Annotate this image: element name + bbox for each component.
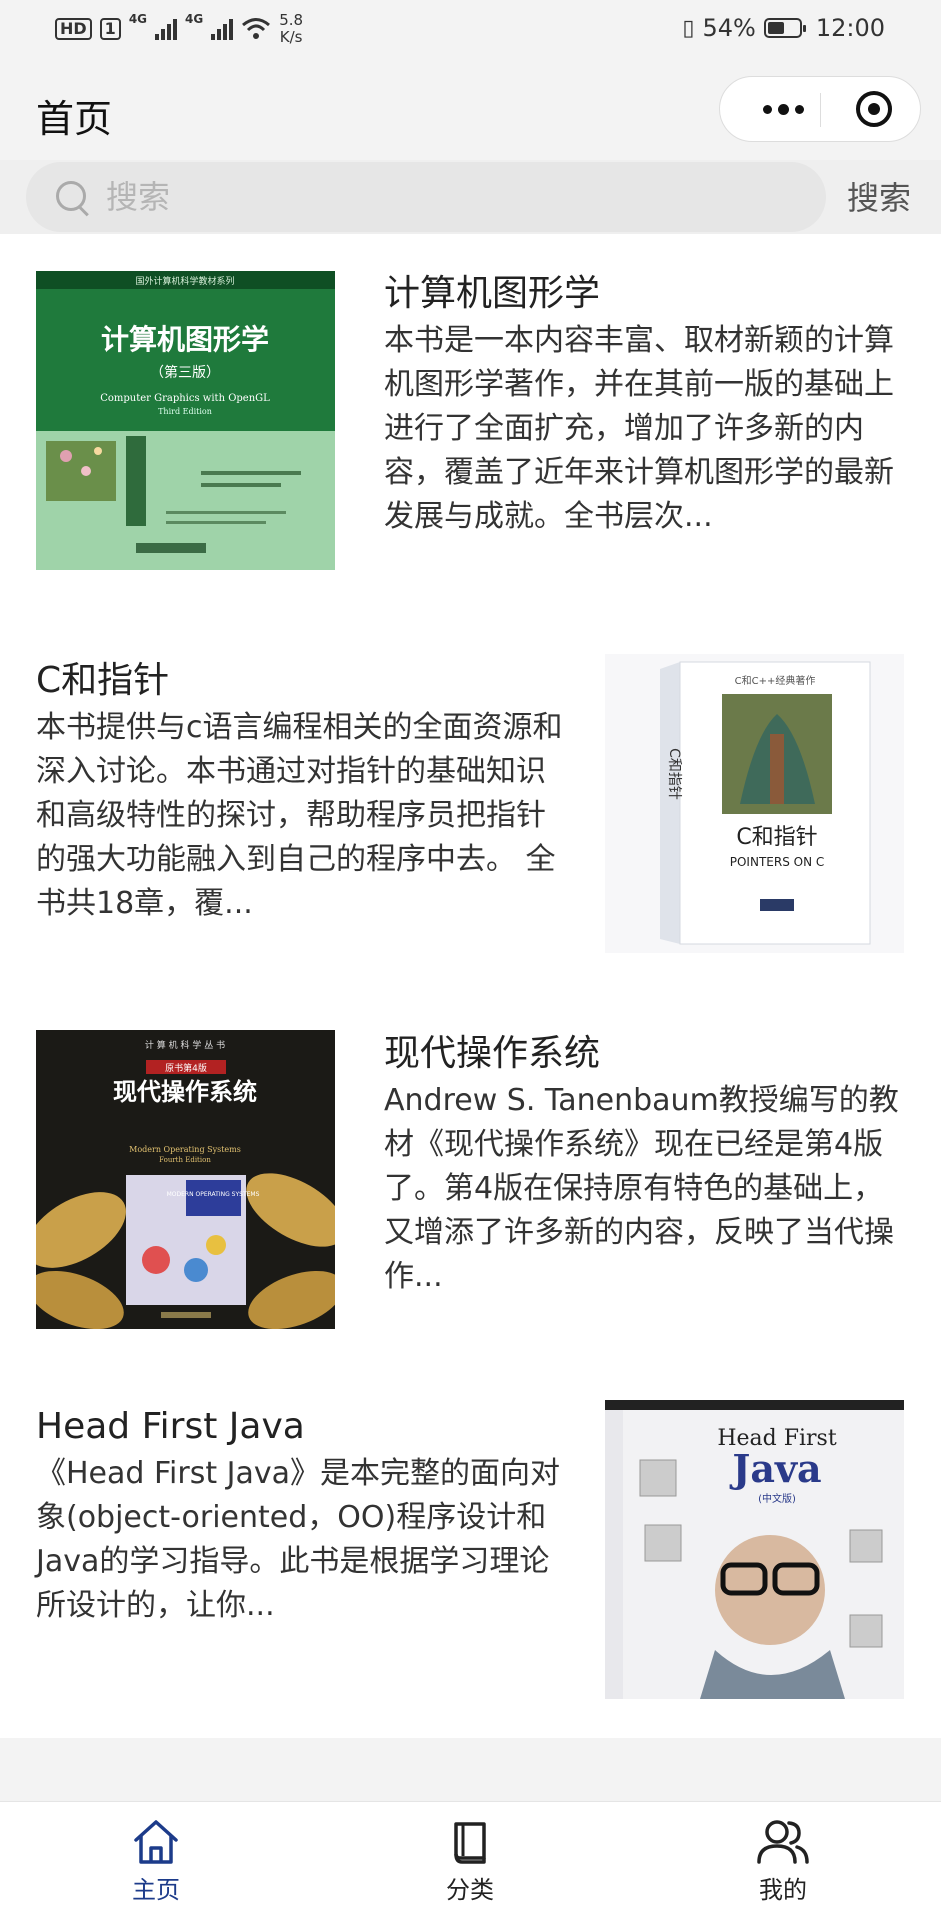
cover-title: 计算机图形学 (101, 323, 269, 356)
mini-program-capsule (719, 76, 921, 142)
search-box[interactable] (26, 162, 826, 232)
battery-percent: 54% (702, 14, 756, 42)
search-icon (56, 181, 88, 213)
book-list: 国外计算机科学教材系列 计算机图形学 （第三版） Computer Graphi… (0, 234, 941, 1738)
cover-subtitle: POINTERS ON C (730, 855, 825, 869)
book-text: 现代操作系统 Andrew S. Tanenbaum教授编写的教材《现代操作系统… (384, 1031, 904, 1299)
tab-mine[interactable]: 我的 (723, 1816, 843, 1905)
sim-badge: 1 (99, 18, 121, 40)
book-text: 计算机图形学 本书是一本内容丰富、取材新颖的计算机图形学著作，并在其前一版的基础… (384, 271, 904, 539)
tab-category[interactable]: 分类 (410, 1816, 530, 1905)
book-icon (454, 1822, 486, 1864)
battery-icon (763, 18, 806, 38)
cover-subtitle: Modern Operating Systems (129, 1145, 241, 1154)
cover-inset: MODERN OPERATING SYSTEMS (167, 1191, 260, 1198)
cover-title: 现代操作系统 (113, 1077, 257, 1106)
book-title: C和指针 (36, 660, 170, 701)
book-text: C和指针 本书提供与c语言编程相关的全面资源和深入讨论。本书通过对指针的基础知识… (36, 658, 566, 926)
book-text: Head First Java 《Head First Java》是本完整的面向… (36, 1404, 566, 1628)
vibrate-icon: ▯ (682, 15, 695, 41)
tab-label: 主页 (132, 1876, 180, 1904)
wifi-icon (242, 18, 271, 39)
network-type-2: 4G (185, 12, 204, 26)
clock: 12:00 (815, 14, 885, 42)
cover-edition-en: Third Edition (158, 407, 212, 416)
book-cover: 国外计算机科学教材系列 计算机图形学 （第三版） Computer Graphi… (36, 271, 335, 570)
search-button[interactable]: 搜索 (847, 173, 911, 219)
cover-edition-en: Fourth Edition (159, 1156, 211, 1164)
capsule-divider (820, 93, 821, 127)
more-icon[interactable] (746, 77, 820, 141)
book-item[interactable]: 计 算 机 科 学 丛 书 原书第4版 现代操作系统 Modern Operat… (0, 1030, 941, 1331)
book-cover: 计 算 机 科 学 丛 书 原书第4版 现代操作系统 Modern Operat… (36, 1030, 335, 1329)
nav-bar: 首页 (0, 62, 941, 160)
book-title: 计算机图形学 (384, 273, 601, 314)
book-item[interactable]: Head First Java 《Head First Java》是本完整的面向… (0, 1400, 941, 1704)
page-title: 首页 (36, 97, 113, 141)
cover-spine: C和指针 (666, 748, 682, 800)
status-right: ▯ 54% 12:00 (682, 14, 885, 42)
close-target-icon[interactable] (856, 91, 892, 127)
status-left: HD 1 4G 4G 5.8 K/s (55, 12, 303, 46)
book-description: 本书是一本内容丰富、取材新颖的计算机图形学著作，并在其前一版的基础上进行了全面扩… (384, 323, 894, 534)
cover-series: C和C++经典著作 (735, 674, 816, 687)
speed-unit: K/s (279, 28, 303, 46)
tab-home[interactable]: 主页 (96, 1816, 216, 1905)
cover-subtitle: Computer Graphics with OpenGL (100, 393, 270, 404)
network-type-1: 4G (128, 12, 148, 26)
hd-badge: HD (55, 18, 92, 40)
book-description: 《Head First Java》是本完整的面向对象(object-orient… (36, 1456, 561, 1623)
book-item[interactable]: C和指针 本书提供与c语言编程相关的全面资源和深入讨论。本书通过对指针的基础知识… (0, 654, 941, 958)
book-cover: C和指针 C和C++经典著作 C和指针 POINTERS ON C (605, 654, 904, 953)
battery-fill (767, 22, 784, 34)
signal-icon (211, 18, 234, 40)
cover-title-2: Java (729, 1446, 821, 1491)
tab-label: 我的 (759, 1876, 807, 1904)
cover-edition: （第三版） (150, 364, 220, 381)
cover-title: C和指针 (736, 825, 817, 850)
search-bar: 搜索 (0, 160, 941, 234)
cover-badge: 原书第4版 (165, 1062, 207, 1074)
book-item[interactable]: 国外计算机科学教材系列 计算机图形学 （第三版） Computer Graphi… (0, 271, 941, 571)
book-description: Andrew S. Tanenbaum教授编写的教材《现代操作系统》现在已经是第… (384, 1083, 899, 1294)
cover-series: 国外计算机科学教材系列 (135, 275, 234, 287)
tab-bar: 主页 分类 我的 (0, 1801, 941, 1921)
tab-label: 分类 (446, 1876, 494, 1904)
book-title: 现代操作系统 (384, 1033, 601, 1074)
search-input[interactable] (104, 177, 708, 217)
cover-edition: (中文版) (758, 1492, 796, 1505)
network-speed: 5.8 K/s (279, 12, 303, 46)
book-cover: Head First Java (中文版) (605, 1400, 904, 1699)
users-icon (757, 1820, 809, 1864)
book-description: 本书提供与c语言编程相关的全面资源和深入讨论。本书通过对指针的基础知识和高级特性… (36, 710, 563, 921)
home-icon (134, 1820, 178, 1864)
status-bar: HD 1 4G 4G 5.8 K/s ▯ 54% 12:00 (0, 0, 941, 62)
cover-series: 计 算 机 科 学 丛 书 (145, 1039, 225, 1051)
signal-icon (155, 18, 178, 40)
speed-value: 5.8 (279, 11, 304, 29)
book-title: Head First Java (36, 1406, 305, 1447)
